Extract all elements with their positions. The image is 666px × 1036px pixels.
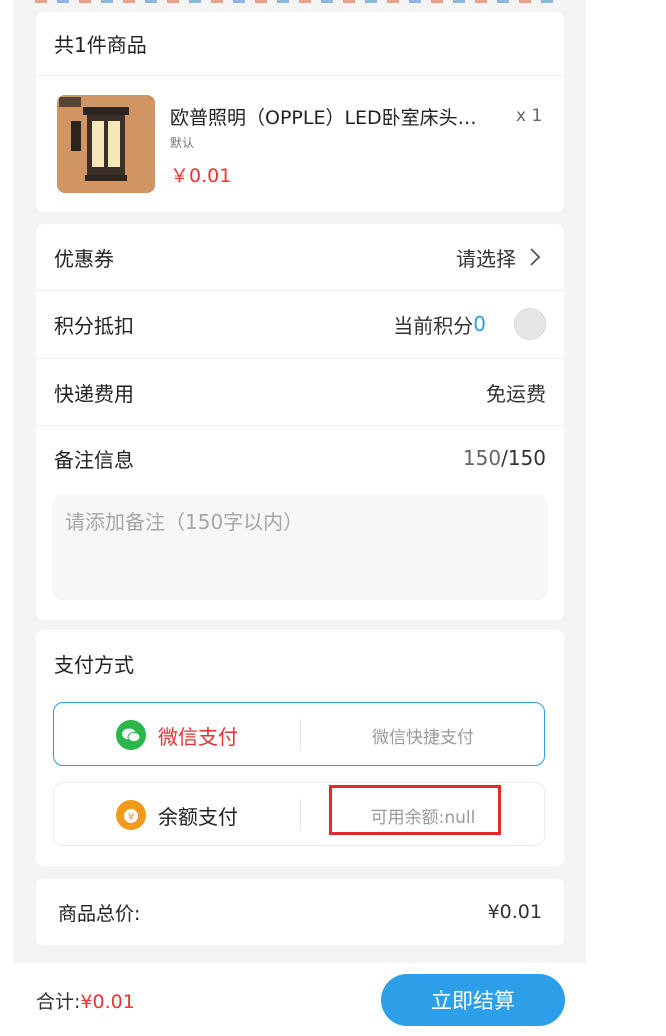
wechat-icon xyxy=(116,720,146,750)
goods-header: 共1件商品 xyxy=(36,12,564,75)
balance-pay-main: ¥ 余额支付 xyxy=(54,783,300,847)
wechat-pay-desc: 微信快捷支付 xyxy=(372,727,474,748)
points-info: 当前积分 0 xyxy=(393,308,546,340)
remark-counter: 150 /150 xyxy=(463,446,546,470)
remark-input[interactable]: 请添加备注（150字以内） xyxy=(53,494,547,600)
coupon-select[interactable]: 请选择 xyxy=(456,243,546,272)
coupon-value: 请选择 xyxy=(456,246,516,271)
summary-row: 商品总价: ¥0.01 xyxy=(36,879,564,945)
address-stripe-border xyxy=(35,0,563,3)
svg-text:¥: ¥ xyxy=(128,812,134,823)
coupon-label: 优惠券 xyxy=(54,246,114,271)
product-title[interactable]: 欧普照明（OPPLE）LED卧室床头… xyxy=(170,103,490,130)
shipping-row: 快递费用 免运费 xyxy=(36,359,564,425)
summary-label: 商品总价: xyxy=(58,902,141,925)
product-thumbnail[interactable] xyxy=(57,95,155,193)
points-label: 积分抵扣 xyxy=(54,313,134,338)
footer-total: 合计:¥0.01 xyxy=(36,987,135,1014)
footer-total-value: ¥0.01 xyxy=(80,991,135,1013)
points-number: 0 xyxy=(473,312,486,336)
remark-counter-current: 150 xyxy=(462,446,502,470)
wechat-pay-label: 微信支付 xyxy=(158,724,238,749)
shipping-label: 快递费用 xyxy=(54,381,134,406)
remark-placeholder: 请添加备注（150字以内） xyxy=(65,510,304,534)
summary-value: ¥0.01 xyxy=(487,901,542,923)
payment-header: 支付方式 xyxy=(36,630,564,696)
remark-row: 备注信息 150 /150 xyxy=(36,425,564,491)
checkout-button[interactable]: 立即结算 xyxy=(381,974,565,1026)
coin-icon: ¥ xyxy=(116,800,146,830)
remark-counter-max: /150 xyxy=(501,446,546,470)
points-prefix: 当前积分 xyxy=(393,313,474,338)
goods-count-label: 共1件商品 xyxy=(54,33,147,57)
wechat-pay-main: 微信支付 xyxy=(54,703,300,767)
points-toggle[interactable] xyxy=(514,308,546,340)
coupon-row[interactable]: 优惠券 请选择 xyxy=(36,224,564,290)
footer-total-label: 合计: xyxy=(36,991,81,1013)
shipping-value: 免运费 xyxy=(486,381,546,406)
balance-pay-label: 余额支付 xyxy=(158,804,238,829)
remark-label: 备注信息 xyxy=(54,447,134,472)
product-spec: 默认 xyxy=(170,136,195,150)
payment-title: 支付方式 xyxy=(54,652,134,677)
divider xyxy=(36,75,564,76)
product-quantity: x 1 xyxy=(516,106,543,126)
summary-card: 商品总价: ¥0.01 xyxy=(36,879,564,945)
chevron-right-icon xyxy=(530,248,541,266)
product-price: ￥0.01 xyxy=(170,165,232,187)
highlight-box xyxy=(329,785,501,835)
wechat-pay-option[interactable]: 微信支付 微信快捷支付 xyxy=(53,702,545,766)
points-row: 积分抵扣 当前积分 0 xyxy=(36,291,564,357)
